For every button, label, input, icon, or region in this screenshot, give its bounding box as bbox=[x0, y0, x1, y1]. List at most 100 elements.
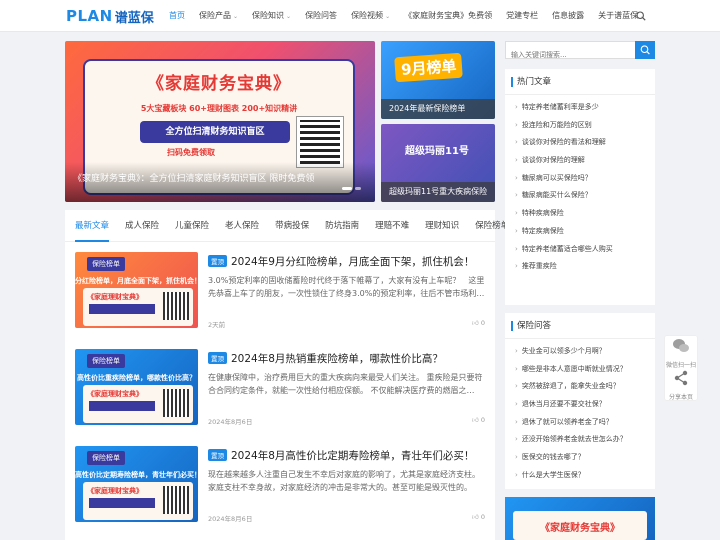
list-item-link[interactable]: 失业金可以领多少个月啊？ bbox=[515, 343, 655, 361]
nav-item-label: 保险产品 bbox=[199, 11, 231, 20]
side-card-ranking[interactable]: 9月榜单 2024年最新保险榜单 bbox=[381, 41, 495, 119]
article-excerpt: 在健康保障中，治疗费用巨大的重大疾病向来最受人们关注。 重疾险是只要符合合同约定… bbox=[208, 373, 483, 395]
article-likes[interactable]: 👍︎ 0 bbox=[472, 513, 485, 521]
nav-item[interactable]: 保险视频 ⌄ bbox=[344, 0, 397, 32]
nav-item[interactable]: 首页 bbox=[162, 0, 192, 32]
article-thumbnail[interactable]: 保险榜单 分红险榜单，月底全面下架，抓住机会！ 《家庭理财宝典》 bbox=[75, 252, 198, 328]
thumb-mini-pill bbox=[89, 304, 155, 314]
nav-item[interactable]: 党建专栏 bbox=[499, 0, 545, 32]
qr-code-image bbox=[163, 486, 189, 514]
search-input[interactable] bbox=[506, 47, 634, 63]
qa-widget: 保险问答 失业金可以领多少个月啊？哪些是非本人意愿中断就业情况？突然被辞退了，能… bbox=[505, 313, 655, 489]
list-item-link[interactable]: 谈谈你对保险的看法和理解 bbox=[515, 134, 655, 152]
top-header: PLAN 谱蓝保 首页 保险产品 ⌄ 保险知识 ⌄ 保险问答 保险视频 ⌄ 《家庭财务宝典》免费… bbox=[0, 0, 720, 32]
nav-item[interactable]: 《家庭财务宝典》免费领 bbox=[397, 0, 499, 32]
article-title[interactable]: 置顶 2024年9月分红险榜单，月底全面下架，抓住机会！ bbox=[208, 254, 488, 269]
article-title[interactable]: 置顶 2024年8月热销重疾险榜单，哪款性价比高？ bbox=[208, 351, 488, 366]
side-card-caption[interactable]: 2024年最新保险榜单 bbox=[381, 99, 495, 119]
article-item[interactable]: 保险榜单 高性价比重疾险榜单，哪款性价比高？ 《家庭理财宝典》 置顶 2024年8… bbox=[65, 349, 495, 439]
share-icon bbox=[674, 370, 688, 386]
share-float-button[interactable]: 分享本页 bbox=[665, 370, 697, 401]
article-title[interactable]: 置顶 2024年8月高性价比定期寿险榜单，青壮年们必买！ bbox=[208, 448, 488, 463]
thumb-badge: 保险榜单 bbox=[87, 257, 125, 271]
slider-caption[interactable]: 《家庭财务宝典》：全方位扫清家庭财务知识盲区 限时免费领 bbox=[65, 162, 375, 202]
list-item-link[interactable]: 特定养老储蓄利率是多少 bbox=[515, 99, 655, 117]
nav-item[interactable]: 信息披露 bbox=[545, 0, 591, 32]
list-item-link[interactable]: 推荐重疾险 bbox=[515, 258, 655, 276]
thumb-mini-title: 《家庭理财宝典》 bbox=[87, 487, 143, 495]
category-tab[interactable]: 最新文章 bbox=[75, 210, 110, 242]
slider-dot[interactable] bbox=[355, 187, 361, 190]
article-likes[interactable]: 👍︎ 0 bbox=[472, 319, 485, 327]
list-item-link[interactable]: 特定养老储蓄适合哪些人购买 bbox=[515, 241, 655, 259]
list-item-link[interactable]: 特种疾病保险 bbox=[515, 205, 655, 223]
category-tab[interactable]: 带病投保 bbox=[275, 210, 309, 242]
nav-item-label: 信息披露 bbox=[552, 11, 585, 20]
article-excerpt: 现在越来越多人注重自己发生不幸后对家庭的影响了，尤其是家庭经济支柱。家庭支柱不幸… bbox=[208, 470, 480, 492]
thumb-mini-board: 《家庭理财宝典》 bbox=[83, 385, 193, 423]
list-item-link[interactable]: 退休当月还要不要交社保？ bbox=[515, 396, 655, 414]
ad-text: 《家庭财务宝典》 bbox=[540, 523, 620, 534]
article-excerpt: 3.0%预定利率的固收储蓄险时代终于落下帷幕了，大家有没有上车呢？ 这里先恭喜上… bbox=[208, 276, 485, 298]
wechat-float-button[interactable]: 微信扫一扫 bbox=[665, 338, 697, 369]
chevron-down-icon: ⌄ bbox=[233, 13, 239, 20]
nav-item-label: 党建专栏 bbox=[506, 11, 539, 20]
category-tab[interactable]: 儿童保险 bbox=[175, 210, 209, 242]
category-tab[interactable]: 理赔不难 bbox=[375, 210, 409, 242]
article-thumbnail[interactable]: 保险榜单 高性价比重疾险榜单，哪款性价比高？ 《家庭理财宝典》 bbox=[75, 349, 198, 425]
category-tab[interactable]: 防坑指南 bbox=[325, 210, 359, 242]
site-logo[interactable]: PLAN 谱蓝保 bbox=[66, 6, 154, 26]
article-thumbnail[interactable]: 保险榜单 高性价比定期寿险榜单，青壮年们必买！ 《家庭理财宝典》 bbox=[75, 446, 198, 522]
article-likes[interactable]: 👍︎ 0 bbox=[472, 416, 485, 424]
list-item-link[interactable]: 投连险和万能险的区别 bbox=[515, 117, 655, 135]
list-item-link[interactable]: 谈谈你对保险的理解 bbox=[515, 152, 655, 170]
thumbs-up-icon: 👍︎ bbox=[471, 513, 479, 521]
article-item[interactable]: 保险榜单 分红险榜单，月底全面下架，抓住机会！ 《家庭理财宝典》 置顶 2024年… bbox=[65, 252, 495, 342]
list-item-link[interactable]: 什么是大学生医保？ bbox=[515, 467, 655, 485]
slider-tagline: 5大宝藏板块 60+理财图表 200+知识精讲 bbox=[140, 104, 298, 113]
qr-code-image bbox=[163, 389, 189, 417]
list-item-link[interactable]: 哪些是非本人意愿中断就业情况？ bbox=[515, 361, 655, 379]
hot-articles-widget: 热门文章 特定养老储蓄利率是多少投连险和万能险的区别谈谈你对保险的看法和理解谈谈… bbox=[505, 69, 655, 305]
list-item-link[interactable]: 医保交的钱去哪了？ bbox=[515, 449, 655, 467]
side-card-caption[interactable]: 超级玛丽11号重大疾病保险 bbox=[381, 182, 495, 202]
list-item-link[interactable]: 糖尿病可以买保险吗？ bbox=[515, 170, 655, 188]
widget-title: 保险问答 bbox=[505, 313, 655, 339]
list-item-link[interactable]: 突然被辞退了，能拿失业金吗？ bbox=[515, 378, 655, 396]
side-card-product[interactable]: 超级玛丽11号 超级玛丽11号重大疾病保险 bbox=[381, 124, 495, 202]
hero-slider[interactable]: 《家庭财务宝典》 5大宝藏板块 60+理财图表 200+知识精讲 全方位扫清财务… bbox=[65, 41, 375, 202]
list-item-link[interactable]: 退休了就可以领养老金了吗？ bbox=[515, 414, 655, 432]
category-tab[interactable]: 老人保险 bbox=[225, 210, 259, 242]
qr-code-image bbox=[296, 116, 344, 168]
article-list-panel: 最新文章 成人保险 儿童保险 老人保险 带病投保 防坑指南 理赔不难 理财知识保险榜单 保险榜… bbox=[65, 210, 509, 540]
article-date: 2天前 bbox=[208, 321, 226, 329]
thumb-mini-board: 《家庭理财宝典》 bbox=[83, 288, 193, 326]
side-card-big-text: 9月榜单 bbox=[394, 52, 464, 83]
sidebar-ad-banner[interactable]: 《家庭财务宝典》 bbox=[505, 497, 655, 540]
category-tab[interactable]: 成人保险 bbox=[125, 210, 159, 242]
qr-code-image bbox=[163, 292, 189, 320]
category-tab[interactable]: 理财知识 bbox=[425, 210, 459, 242]
nav-item[interactable]: 保险知识 ⌄ bbox=[245, 0, 298, 32]
thumb-mini-title: 《家庭理财宝典》 bbox=[87, 293, 143, 301]
chevron-down-icon: ⌄ bbox=[385, 13, 391, 20]
wechat-label: 微信扫一扫 bbox=[665, 362, 696, 369]
list-item-link[interactable]: 还没开始领养老金就去世怎么办？ bbox=[515, 431, 655, 449]
sticky-tag: 置顶 bbox=[208, 352, 227, 364]
search-icon[interactable] bbox=[636, 11, 646, 21]
search-box bbox=[505, 41, 655, 63]
nav-item[interactable]: 保险产品 ⌄ bbox=[192, 0, 245, 32]
thumb-mini-pill bbox=[89, 401, 155, 411]
slider-sub: 扫码免费领取 bbox=[167, 148, 215, 157]
thumb-mini-title: 《家庭理财宝典》 bbox=[87, 390, 143, 398]
nav-item[interactable]: 保险问答 bbox=[298, 0, 344, 32]
search-button[interactable] bbox=[635, 41, 655, 59]
article-item[interactable]: 保险榜单 高性价比定期寿险榜单，青壮年们必买！ 《家庭理财宝典》 置顶 2024年… bbox=[65, 446, 495, 536]
logo-plan-text: PLAN bbox=[66, 7, 113, 25]
nav-item-label: 保险问答 bbox=[305, 11, 338, 20]
main-nav: 首页 保险产品 ⌄ 保险知识 ⌄ 保险问答 保险视频 ⌄ 《家庭财务宝典》免费领 党建专栏 信息披露… bbox=[162, 0, 652, 32]
nav-item-label: 保险知识 bbox=[252, 11, 285, 20]
list-item-link[interactable]: 糖尿病能买什么保险？ bbox=[515, 187, 655, 205]
list-item-link[interactable]: 特定疾病保险 bbox=[515, 223, 655, 241]
slider-dot[interactable] bbox=[342, 187, 352, 190]
